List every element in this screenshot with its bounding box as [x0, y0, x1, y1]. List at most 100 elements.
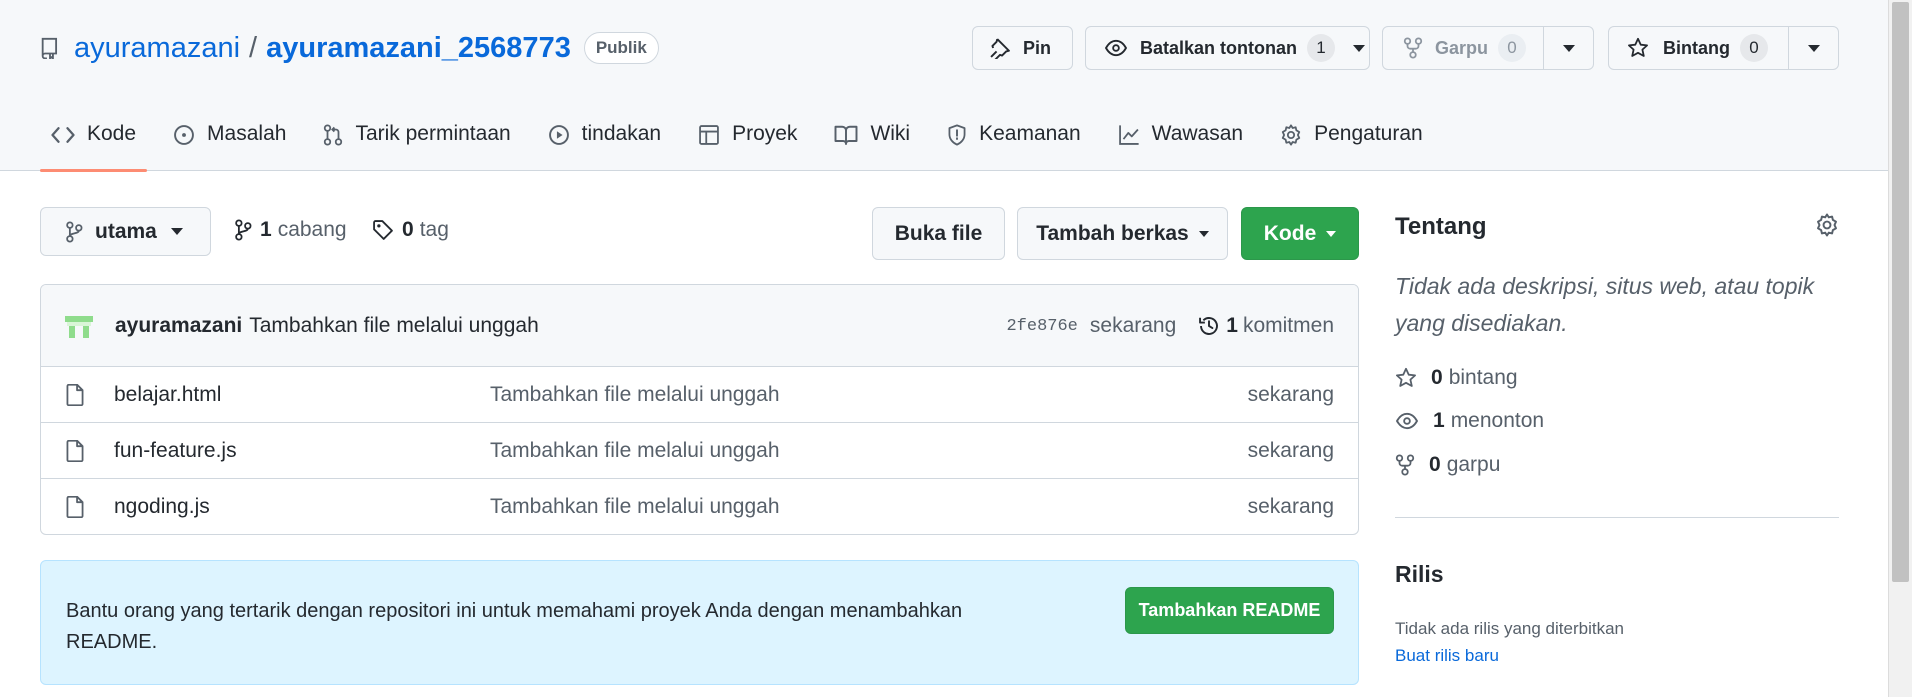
readme-prompt-banner: Bantu orang yang tertarik dengan reposit…	[40, 560, 1359, 685]
readme-prompt-text: Bantu orang yang tertarik dengan reposit…	[66, 600, 963, 653]
star-button[interactable]: Bintang 0	[1608, 26, 1839, 70]
about-heading: Tentang	[1395, 213, 1487, 240]
avatar[interactable]	[63, 310, 95, 342]
fork-icon	[1403, 37, 1423, 59]
latest-commit-bar: ayuramazani Tambahkan file melalui ungga…	[41, 285, 1358, 367]
file-name-link[interactable]: belajar.html	[114, 383, 221, 407]
file-browser: ayuramazani Tambahkan file melalui ungga…	[40, 284, 1359, 535]
pin-button[interactable]: Pin	[972, 26, 1073, 70]
watch-count: 1	[1307, 34, 1336, 62]
commit-age: sekarang	[1089, 314, 1177, 337]
file-commit-message-link[interactable]: Tambahkan file melalui unggah	[490, 495, 780, 519]
edit-about-button[interactable]	[1815, 213, 1839, 237]
stars-link[interactable]: 0 bintang	[1395, 366, 1518, 390]
repo-owner-link[interactable]: ayuramazani	[74, 32, 240, 65]
tab-pull-requests[interactable]: Tarik permintaan	[312, 114, 521, 171]
tab-settings[interactable]: Pengaturan	[1269, 114, 1434, 171]
history-icon	[1198, 315, 1220, 337]
tab-actions[interactable]: tindakan	[537, 114, 672, 171]
chevron-down-icon	[170, 228, 183, 235]
repo-header: ayuramazani / ayuramazani_2568773 Publik…	[0, 0, 1888, 172]
no-releases-text: Tidak ada rilis yang diterbitkan	[1395, 619, 1624, 638]
tab-issues[interactable]: Masalah	[162, 114, 297, 171]
tab-code[interactable]: Kode	[40, 114, 148, 172]
tab-projects-label: Proyek	[732, 122, 798, 145]
code-icon	[51, 124, 75, 146]
tab-wiki-label: Wiki	[870, 122, 911, 145]
gear-icon	[1815, 213, 1839, 237]
star-label: Bintang	[1663, 37, 1730, 58]
commit-meta: 2fe876e sekarang 1 komitmen	[1006, 285, 1334, 367]
commit-sha-link[interactable]: 2fe876e	[1006, 317, 1077, 336]
file-commit-age: sekarang	[1247, 495, 1334, 518]
commit-count-label: komitmen	[1242, 314, 1334, 337]
repo-title: ayuramazani / ayuramazani_2568773 Publik	[40, 28, 659, 68]
branch-icon	[234, 219, 252, 241]
file-icon	[66, 439, 84, 462]
unwatch-label: Batalkan tontonan	[1140, 37, 1298, 58]
watchers-link[interactable]: 1 menonton	[1395, 409, 1544, 433]
file-commit-message-link[interactable]: Tambahkan file melalui unggah	[490, 439, 780, 463]
fork-icon	[1395, 454, 1415, 476]
branch-selector[interactable]: utama	[40, 207, 211, 256]
tab-insights[interactable]: Wawasan	[1107, 114, 1254, 171]
releases-heading[interactable]: Rilis	[1395, 561, 1444, 588]
repo-name-link[interactable]: ayuramazani_2568773	[266, 32, 571, 65]
shield-icon	[947, 124, 967, 146]
file-row[interactable]: belajar.html Tambahkan file melalui ungg…	[41, 367, 1358, 423]
tab-projects[interactable]: Proyek	[687, 114, 808, 171]
forks-count: 0	[1429, 453, 1441, 476]
file-row[interactable]: fun-feature.js Tambahkan file melalui un…	[41, 423, 1358, 479]
create-release-link[interactable]: Buat rilis baru	[1395, 646, 1499, 666]
pin-icon	[989, 37, 1011, 59]
star-count: 0	[1740, 34, 1768, 62]
page-scrollbar[interactable]	[1888, 0, 1912, 697]
branch-count: 1	[260, 218, 272, 241]
play-icon	[548, 124, 570, 146]
tags-link[interactable]: 0 tag	[372, 218, 449, 242]
pull-request-icon	[323, 124, 343, 146]
forks-link[interactable]: 0 garpu	[1395, 453, 1500, 477]
file-commit-message-link[interactable]: Tambahkan file melalui unggah	[490, 383, 780, 407]
branch-icon	[65, 220, 83, 243]
branch-count-label: cabang	[277, 218, 347, 241]
about-description: Tidak ada deskripsi, situs web, atau top…	[1395, 273, 1815, 336]
file-name-link[interactable]: fun-feature.js	[114, 439, 237, 463]
commit-history-link[interactable]: 1 komitmen	[1198, 314, 1334, 338]
add-readme-button[interactable]: Tambahkan README	[1125, 587, 1334, 634]
scrollbar-thumb[interactable]	[1892, 2, 1909, 582]
tab-issues-label: Masalah	[207, 122, 287, 145]
commit-author-link[interactable]: ayuramazani	[115, 314, 242, 338]
branches-link[interactable]: 1 cabang	[234, 218, 347, 242]
star-icon	[1627, 37, 1649, 59]
repo-path-separator: /	[249, 31, 258, 64]
sidebar-divider	[1395, 517, 1839, 518]
tag-icon	[372, 219, 394, 241]
repo-icon	[40, 37, 60, 59]
fork-button[interactable]: Garpu 0	[1382, 26, 1594, 70]
eye-icon	[1104, 38, 1128, 58]
unwatch-button[interactable]: Batalkan tontonan 1	[1085, 26, 1370, 70]
tag-count: 0	[402, 218, 414, 241]
star-dropdown-toggle[interactable]	[1788, 27, 1838, 69]
tab-wiki[interactable]: Wiki	[823, 114, 921, 171]
open-file-button[interactable]: Buka file	[872, 207, 1005, 260]
watchers-count: 1	[1433, 409, 1445, 432]
tab-insights-label: Wawasan	[1151, 122, 1244, 145]
commit-message-link[interactable]: Tambahkan file melalui unggah	[249, 314, 539, 338]
code-button[interactable]: Kode	[1241, 207, 1359, 260]
fork-dropdown-toggle[interactable]	[1543, 27, 1593, 69]
tab-security[interactable]: Keamanan	[936, 114, 1092, 171]
file-name-link[interactable]: ngoding.js	[114, 495, 210, 519]
add-file-button[interactable]: Tambah berkas	[1017, 207, 1228, 260]
issue-icon	[173, 124, 195, 146]
chevron-down-icon	[1807, 44, 1820, 52]
tab-security-label: Keamanan	[979, 122, 1081, 145]
graph-icon	[1118, 124, 1140, 146]
visibility-badge: Publik	[583, 32, 659, 64]
tag-count-label: tag	[419, 218, 449, 241]
file-row[interactable]: ngoding.js Tambahkan file melalui unggah…	[41, 479, 1358, 534]
chevron-down-icon	[1562, 44, 1575, 52]
stars-count: 0	[1431, 366, 1443, 389]
forks-label: garpu	[1446, 453, 1501, 476]
